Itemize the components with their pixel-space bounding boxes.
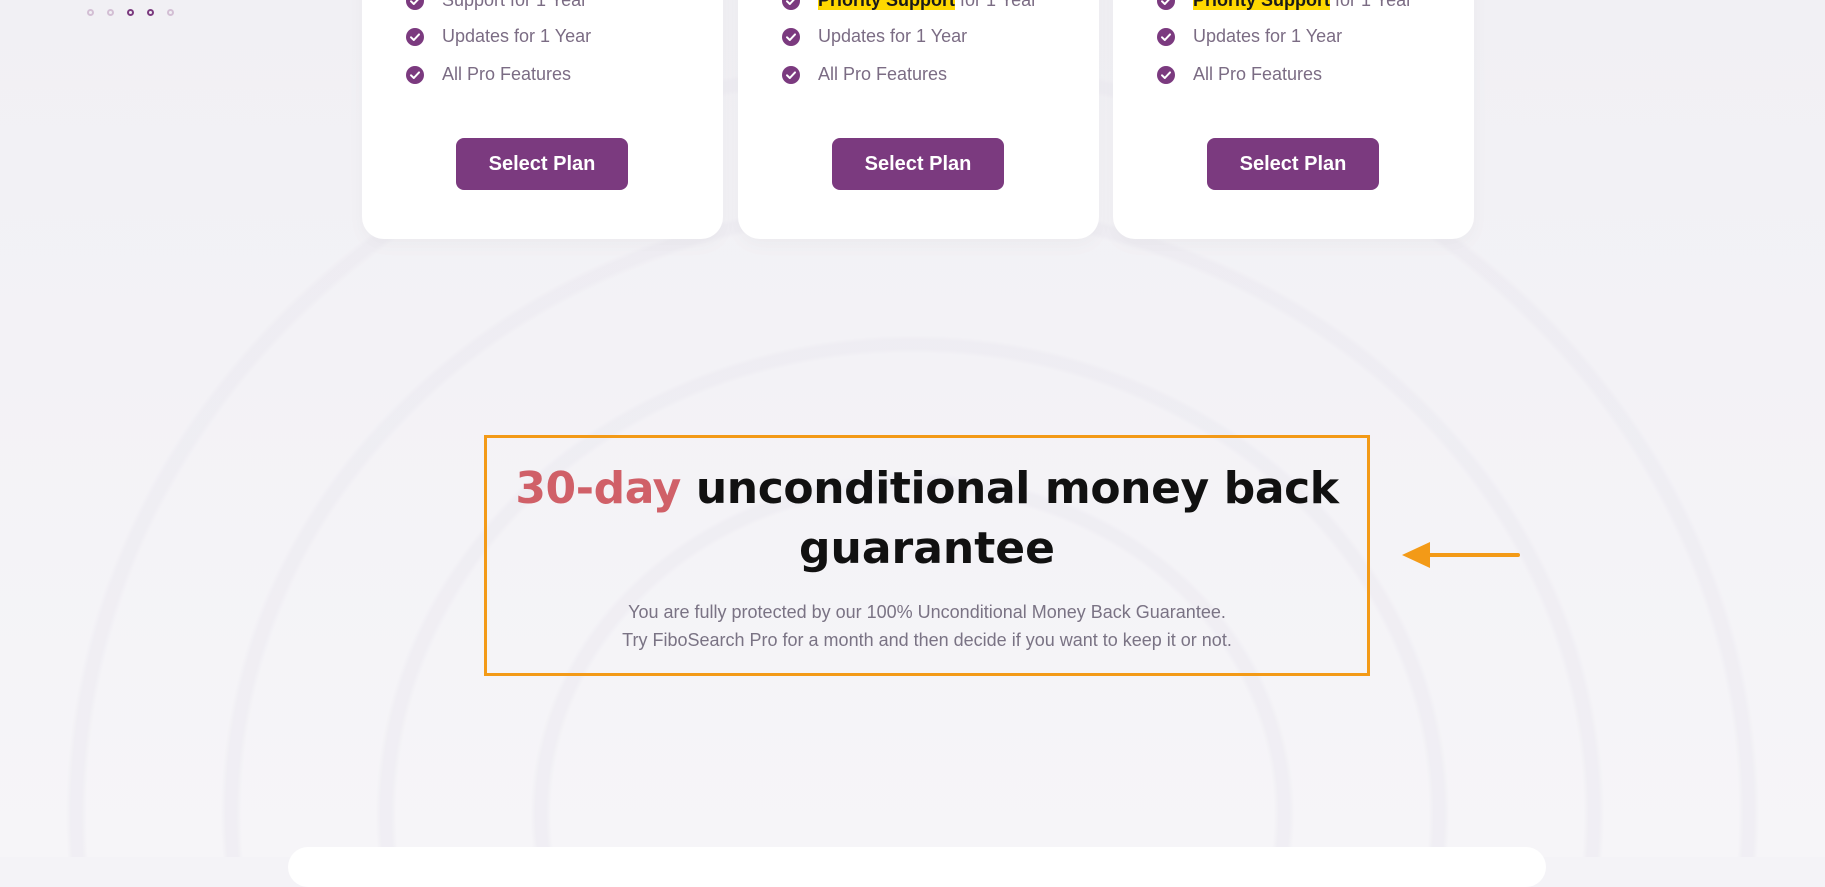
feature-item: Priority Support for 1 Year	[1157, 0, 1412, 11]
feature-highlight: Priority Support	[818, 0, 956, 10]
feature-text: for 1 Year	[955, 0, 1038, 10]
carousel-dot-active[interactable]	[147, 9, 154, 16]
feature-item: All Pro Features	[406, 64, 571, 85]
guarantee-title: 30-day unconditional money back	[487, 459, 1367, 519]
check-circle-icon	[406, 65, 424, 84]
feature-label: All Pro Features	[442, 64, 572, 84]
feature-item: Updates for 1 Year	[1157, 26, 1342, 47]
feature-item: All Pro Features	[1157, 64, 1322, 85]
feature-label: Updates for 1 Year	[818, 26, 968, 46]
plan-card: Priority Support for 1 Year Updates for …	[1113, 0, 1474, 239]
guarantee-title-text: unconditional money back	[680, 463, 1339, 514]
feature-item: Updates for 1 Year	[782, 26, 967, 47]
feature-item: Updates for 1 Year	[406, 26, 591, 47]
feature-label: All Pro Features	[1193, 64, 1323, 84]
guarantee-description: You are fully protected by our 100% Unco…	[487, 598, 1367, 654]
guarantee-title-line2: guarantee	[799, 523, 1055, 574]
check-circle-icon	[782, 27, 800, 46]
feature-label: Priority Support for 1 Year	[818, 0, 1037, 11]
next-section-card	[288, 847, 1546, 887]
feature-highlight: Priority Support	[1193, 0, 1331, 10]
check-circle-icon	[406, 0, 424, 10]
check-circle-icon	[1157, 27, 1175, 46]
select-plan-button[interactable]: Select Plan	[456, 138, 628, 190]
select-plan-button[interactable]: Select Plan	[1207, 138, 1379, 190]
feature-item: Priority Support for 1 Year	[782, 0, 1037, 11]
carousel-dot-active[interactable]	[127, 9, 134, 16]
check-circle-icon	[782, 65, 800, 84]
feature-label: All Pro Features	[818, 64, 948, 84]
select-plan-button[interactable]: Select Plan	[832, 138, 1004, 190]
feature-label: Updates for 1 Year	[442, 26, 592, 46]
guarantee-description-line: You are fully protected by our 100% Unco…	[628, 602, 1226, 622]
check-circle-icon	[782, 0, 800, 10]
check-circle-icon	[406, 27, 424, 46]
feature-text: Support for 1 Year	[442, 0, 588, 10]
guarantee-description-line: Try FiboSearch Pro for a month and then …	[622, 630, 1232, 650]
feature-label: Support for 1 Year	[442, 0, 587, 11]
check-circle-icon	[1157, 0, 1175, 10]
carousel-dot[interactable]	[167, 9, 174, 16]
carousel-dots	[87, 9, 174, 16]
carousel-dot[interactable]	[107, 9, 114, 16]
feature-label: Updates for 1 Year	[1193, 26, 1343, 46]
feature-item: All Pro Features	[782, 64, 947, 85]
arrow-left-icon	[1402, 542, 1520, 568]
plan-card: Priority Support for 1 Year Updates for …	[738, 0, 1099, 239]
feature-item: Support for 1 Year	[406, 0, 587, 11]
feature-text: for 1 Year	[1330, 0, 1413, 10]
check-circle-icon	[1157, 65, 1175, 84]
carousel-dot[interactable]	[87, 9, 94, 16]
plan-card: Support for 1 Year Updates for 1 Year Al…	[362, 0, 723, 239]
guarantee-title-accent: 30-day	[515, 463, 681, 514]
guarantee-section: 30-day unconditional money back guarante…	[484, 435, 1370, 676]
feature-label: Priority Support for 1 Year	[1193, 0, 1412, 11]
